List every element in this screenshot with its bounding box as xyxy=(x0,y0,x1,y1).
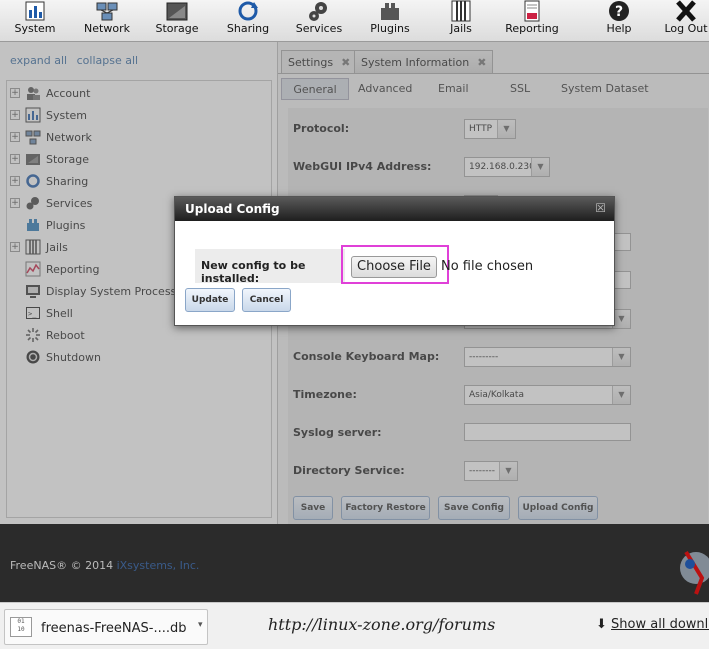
services-icon xyxy=(309,2,327,21)
binary-file-icon: 01 10 xyxy=(10,617,32,637)
copyright-text: FreeNAS® © 2014 xyxy=(10,559,117,572)
ixsystems-logo-icon xyxy=(680,550,709,595)
reporting-icon xyxy=(524,0,540,22)
chevron-down-icon[interactable]: ▾ xyxy=(198,620,203,630)
svg-text:?: ? xyxy=(615,4,623,20)
toolbar-label: Services xyxy=(295,22,343,35)
cancel-button[interactable]: Cancel xyxy=(242,288,291,312)
logout-icon xyxy=(676,0,696,22)
toolbar-system-button[interactable]: System xyxy=(10,0,60,42)
toolbar-label: System xyxy=(14,22,56,35)
toolbar-label: Storage xyxy=(155,22,199,35)
toolbar-label: Network xyxy=(84,22,130,35)
company-link[interactable]: iXsystems, Inc. xyxy=(117,559,200,572)
show-all-label: Show all downlo xyxy=(611,617,709,632)
download-file-name: freenas-FreeNAS-....db xyxy=(41,621,187,636)
page-footer: FreeNAS® © 2014 iXsystems, Inc. xyxy=(0,524,709,602)
choose-file-button[interactable]: Choose File xyxy=(351,256,437,278)
show-all-downloads-link[interactable]: ⬇ Show all downlo xyxy=(596,617,709,632)
network-icon xyxy=(96,2,118,21)
toolbar-storage-button[interactable]: Storage xyxy=(152,0,202,42)
toolbar-label: Plugins xyxy=(370,22,410,35)
plugins-icon xyxy=(381,3,399,20)
toolbar-label: Jails xyxy=(450,22,472,35)
download-arrow-icon: ⬇ xyxy=(596,617,607,632)
toolbar-network-button[interactable]: Network xyxy=(82,0,132,42)
download-item[interactable]: 01 10 freenas-FreeNAS-....db ▾ xyxy=(4,609,208,645)
system-icon xyxy=(25,1,45,21)
toolbar-reporting-button[interactable]: Reporting xyxy=(504,0,560,42)
toolbar-label: Log Out xyxy=(664,22,708,35)
toolbar-help-button[interactable]: ? Help xyxy=(594,0,644,42)
main-toolbar: System Network Storage Sharing Services … xyxy=(0,0,709,42)
toolbar-logout-button[interactable]: Log Out xyxy=(662,0,709,42)
footer-copyright: FreeNAS® © 2014 iXsystems, Inc. xyxy=(10,559,199,572)
dialog-title: Upload Config xyxy=(185,202,280,216)
toolbar-services-button[interactable]: Services xyxy=(294,0,344,42)
dialog-header: Upload Config ☒ xyxy=(175,197,614,221)
toolbar-label: Reporting xyxy=(505,22,559,35)
downloads-bar: 01 10 freenas-FreeNAS-....db ▾ http://lin… xyxy=(0,602,709,649)
toolbar-jails-button[interactable]: Jails xyxy=(436,0,486,42)
upload-config-dialog: Upload Config ☒ New config to be install… xyxy=(174,196,615,326)
toolbar-sharing-button[interactable]: Sharing xyxy=(222,0,274,42)
sharing-icon xyxy=(238,1,258,21)
toolbar-label: Help xyxy=(606,22,632,35)
watermark-text: http://linux-zone.org/forums xyxy=(268,615,496,634)
toolbar-label: Sharing xyxy=(226,22,270,35)
update-button[interactable]: Update xyxy=(185,288,235,312)
config-file-label: New config to be installed: xyxy=(195,249,345,285)
no-file-text: No file chosen xyxy=(441,259,534,274)
jails-icon xyxy=(451,0,471,22)
help-icon: ? xyxy=(609,1,629,21)
toolbar-plugins-button[interactable]: Plugins xyxy=(365,0,415,42)
storage-icon xyxy=(166,2,188,21)
close-icon[interactable]: ☒ xyxy=(595,201,606,215)
